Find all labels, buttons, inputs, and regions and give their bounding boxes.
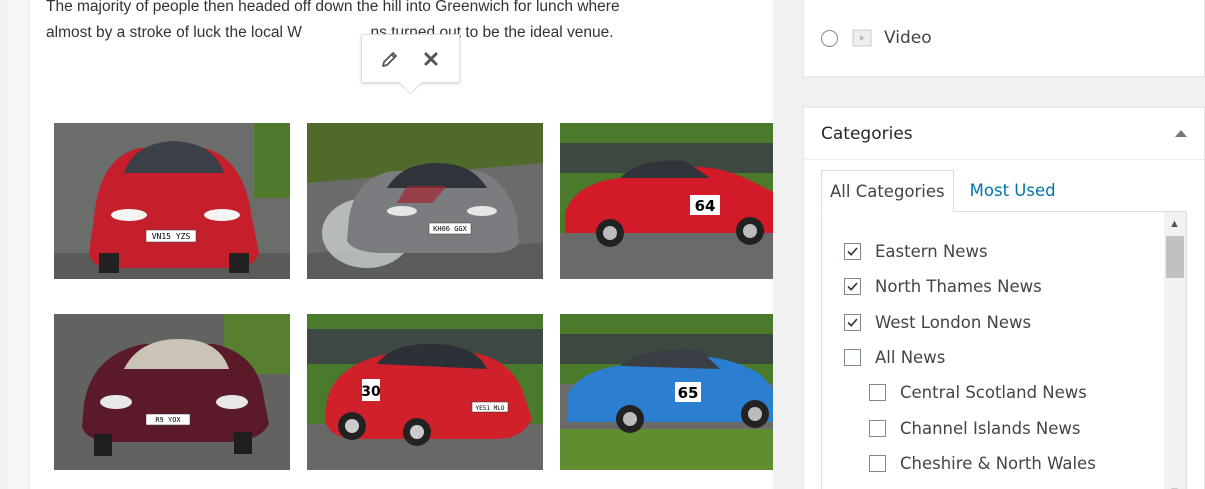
svg-text:VN15 YZS: VN15 YZS [152, 232, 191, 241]
gallery-image-red-roadster-front[interactable]: VN15 YZS [54, 123, 290, 279]
format-option-video[interactable]: Video [821, 28, 932, 48]
checkmark-icon [847, 282, 858, 292]
svg-text:YE51 MLO: YE51 MLO [476, 405, 505, 412]
edit-gallery-button[interactable] [375, 44, 405, 74]
paragraph-line-1: The majority of people then headed off d… [46, 0, 620, 15]
scrollbar[interactable]: ▲ ▼ [1164, 212, 1186, 489]
gallery-image-maroon-roadster[interactable]: R9 YOX [54, 314, 290, 470]
scroll-up-arrow-icon[interactable]: ▲ [1169, 218, 1180, 230]
category-item[interactable]: Central Scotland News [844, 375, 1096, 410]
editor-content-area[interactable]: The majority of people then headed off d… [8, 0, 773, 489]
sidebar: Video Categories All Categories Most Use… [792, 0, 1205, 489]
category-checkbox[interactable] [869, 384, 886, 402]
category-label: Eastern News [875, 242, 988, 262]
svg-text:R9 YOX: R9 YOX [155, 416, 181, 424]
remove-gallery-button[interactable] [416, 44, 446, 74]
post-format-panel: Video [803, 0, 1205, 77]
svg-text:KH06 GGX: KH06 GGX [433, 225, 468, 233]
checkmark-icon [847, 318, 858, 327]
gallery-image-blue-roadster-65[interactable]: 65 [560, 314, 773, 470]
editor-left-gutter [8, 0, 30, 489]
video-icon [852, 29, 872, 47]
category-checkbox[interactable] [869, 454, 886, 472]
category-list: Eastern News North Thames News West London… [844, 234, 1096, 481]
category-checkbox[interactable] [869, 419, 886, 437]
category-item[interactable]: Channel Islands News [844, 410, 1096, 445]
categories-panel: Categories All Categories Most Used East… [803, 107, 1205, 489]
pencil-icon [382, 51, 398, 67]
category-label: Cheshire & North Wales [900, 453, 1096, 473]
category-label: North Thames News [875, 277, 1042, 297]
category-item[interactable]: All News [844, 340, 1096, 375]
category-item[interactable]: West London News [844, 305, 1096, 340]
category-label: Central Scotland News [900, 383, 1087, 403]
format-video-label: Video [884, 28, 932, 48]
category-label: All News [875, 348, 946, 368]
gallery-image-red-roadster-30[interactable]: 30 YE51 MLO [307, 314, 543, 470]
category-label: Channel Islands News [900, 418, 1081, 438]
categories-header[interactable]: Categories [804, 108, 1204, 160]
category-checkbox[interactable] [844, 349, 861, 367]
tab-most-used[interactable]: Most Used [954, 170, 1064, 212]
format-video-radio[interactable] [821, 29, 838, 47]
svg-text:30: 30 [361, 384, 381, 400]
categories-tabs: All Categories Most Used [821, 170, 1064, 212]
scroll-thumb[interactable] [1166, 236, 1184, 278]
gallery-inline-toolbar [361, 34, 460, 83]
categories-title: Categories [821, 123, 913, 144]
gallery-image-red-roadster-64[interactable]: 64 [560, 123, 773, 279]
close-icon [424, 52, 438, 65]
checkmark-icon [847, 247, 858, 257]
collapse-arrow-icon[interactable] [1175, 130, 1187, 137]
category-label: West London News [875, 312, 1032, 332]
category-checkbox[interactable] [844, 243, 861, 261]
category-item[interactable]: Cheshire & North Wales [844, 446, 1096, 481]
category-checkbox[interactable] [844, 313, 861, 331]
category-checkbox[interactable] [844, 278, 861, 296]
svg-text:65: 65 [678, 384, 699, 402]
category-item[interactable]: North Thames News [844, 269, 1096, 304]
gallery-image-grey-roadster-spray[interactable]: KH06 GGX [307, 123, 543, 279]
svg-text:64: 64 [695, 197, 716, 215]
tab-all-categories[interactable]: All Categories [821, 170, 954, 212]
categories-checklist[interactable]: Eastern News North Thames News West London… [821, 211, 1187, 489]
category-item[interactable]: Eastern News [844, 234, 1096, 269]
